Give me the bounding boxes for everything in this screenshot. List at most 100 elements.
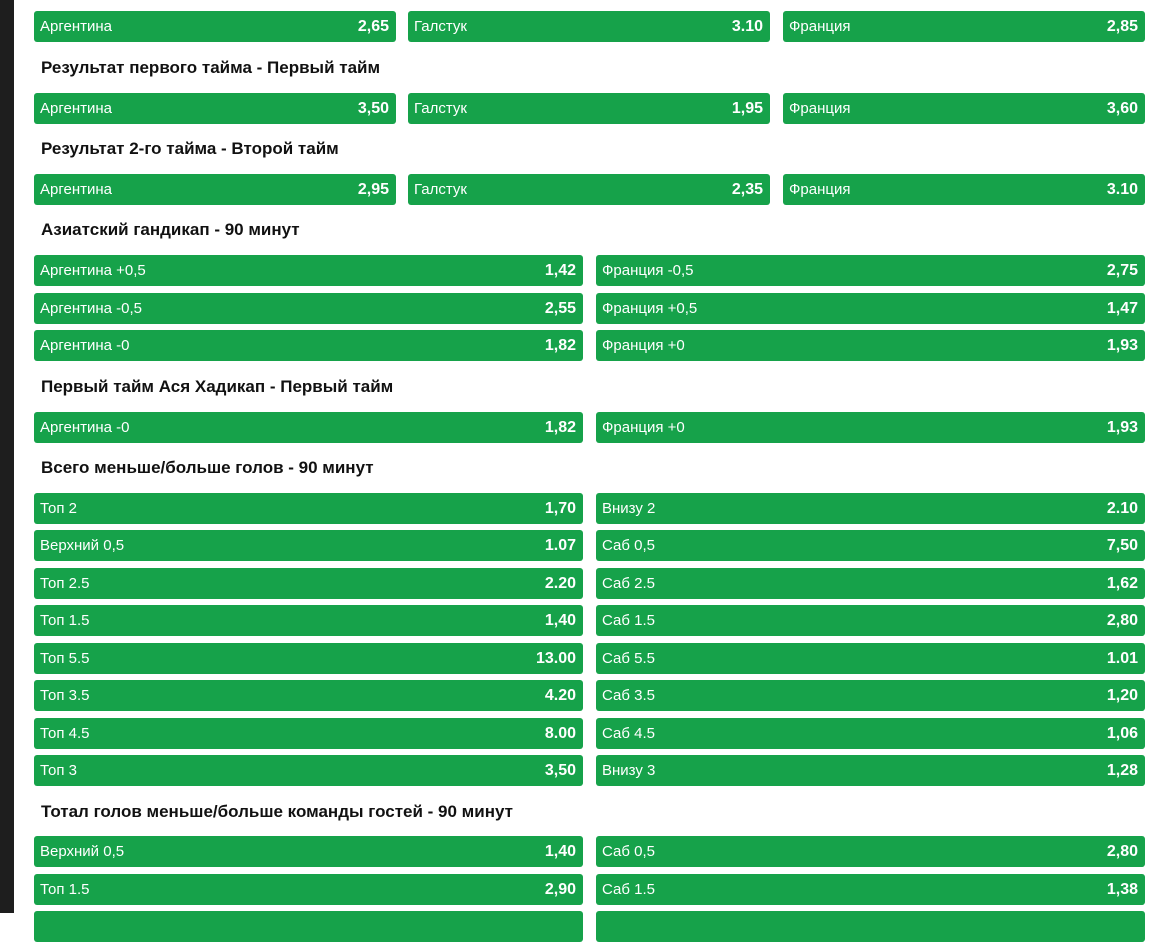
odds-value: 7,50 [1106, 536, 1138, 554]
odds-label: Галстук [414, 18, 467, 35]
odds-row: Топ 1.5 1,40 Саб 1.5 2,80 [34, 605, 1145, 636]
odds-button-draw[interactable]: Галстук 3.10 [408, 11, 770, 42]
odds-button-france-plus-0-5[interactable]: Франция +0,5 1,47 [596, 293, 1145, 324]
odds-value: 1.01 [1106, 649, 1138, 667]
odds-label: Аргентина -0 [40, 337, 130, 354]
odds-label: Внизу 3 [602, 762, 656, 779]
odds-value: 1,40 [544, 611, 576, 629]
odds-value: 3.10 [731, 17, 763, 35]
odds-button-argentina-plus-0-5[interactable]: Аргентина +0,5 1,42 [34, 255, 583, 286]
odds-button-under[interactable]: Саб 1.5 1,38 [596, 874, 1145, 905]
odds-value: 2,80 [1106, 611, 1138, 629]
odds-button-over[interactable]: Топ 5.5 13.00 [34, 643, 583, 674]
odds-value: 2,95 [357, 180, 389, 198]
odds-label: Саб 0,5 [602, 537, 655, 554]
odds-button-draw[interactable]: Галстук 1,95 [408, 93, 770, 124]
market-title: Результат 2-го тайма - Второй тайм [41, 139, 339, 158]
odds-value: 2,90 [544, 880, 576, 898]
odds-button-france-plus-0[interactable]: Франция +0 1,93 [596, 412, 1145, 443]
odds-button-over[interactable]: Топ 1.5 2,90 [34, 874, 583, 905]
odds-value: 1,93 [1106, 418, 1138, 436]
odds-value: 1,28 [1106, 761, 1138, 779]
odds-row: Аргентина -0 1,82 Франция +0 1,93 [34, 330, 1145, 361]
odds-row: Аргентина 2,65 Галстук 3.10 Франция 2,85 [34, 11, 1145, 42]
odds-value: 2,35 [731, 180, 763, 198]
odds-button-argentina-minus-0-5[interactable]: Аргентина -0,5 2,55 [34, 293, 583, 324]
odds-label: Топ 2.5 [40, 575, 90, 592]
odds-row: Аргентина -0,5 2,55 Франция +0,5 1,47 [34, 293, 1145, 324]
odds-value: 4.20 [544, 686, 576, 704]
odds-button-under[interactable]: Внизу 3 1,28 [596, 755, 1145, 786]
odds-row: Топ 2.5 2.20 Саб 2.5 1,62 [34, 568, 1145, 599]
odds-row: Топ 3.5 4.20 Саб 3.5 1,20 [34, 680, 1145, 711]
odds-button-argentina[interactable]: Аргентина 2,95 [34, 174, 396, 205]
odds-row: Топ 4.5 8.00 Саб 4.5 1,06 [34, 718, 1145, 749]
odds-value: 3,50 [544, 761, 576, 779]
odds-row: Топ 3 3,50 Внизу 3 1,28 [34, 755, 1145, 786]
odds-label: Топ 1.5 [40, 881, 90, 898]
market-title: Тотал голов меньше/больше команды гостей… [41, 802, 513, 821]
odds-button-under[interactable] [596, 911, 1145, 942]
odds-label: Топ 4.5 [40, 725, 90, 742]
odds-button-under[interactable]: Саб 0,5 7,50 [596, 530, 1145, 561]
odds-label: Саб 2.5 [602, 575, 655, 592]
odds-value: 2.20 [544, 574, 576, 592]
odds-button-over[interactable]: Топ 3.5 4.20 [34, 680, 583, 711]
odds-value: 2,75 [1106, 261, 1138, 279]
odds-value: 1,38 [1106, 880, 1138, 898]
odds-value: 2.10 [1106, 499, 1138, 517]
market-title: Азиатский гандикап - 90 минут [41, 220, 300, 239]
odds-value: 2,55 [544, 299, 576, 317]
odds-button-under[interactable]: Саб 5.5 1.01 [596, 643, 1145, 674]
odds-label: Галстук [414, 100, 467, 117]
odds-value: 2,80 [1106, 842, 1138, 860]
odds-row: Топ 5.5 13.00 Саб 5.5 1.01 [34, 643, 1145, 674]
odds-button-over[interactable]: Топ 3 3,50 [34, 755, 583, 786]
odds-button-over[interactable]: Топ 4.5 8.00 [34, 718, 583, 749]
market-title: Первый тайм Ася Хадикап - Первый тайм [41, 377, 394, 396]
odds-label: Топ 1.5 [40, 612, 90, 629]
odds-value: 8.00 [544, 724, 576, 742]
odds-button-over[interactable]: Топ 2.5 2.20 [34, 568, 583, 599]
odds-label: Галстук [414, 181, 467, 198]
odds-value: 1,93 [1106, 336, 1138, 354]
odds-button-france[interactable]: Франция 3,60 [783, 93, 1145, 124]
odds-button-over[interactable]: Верхний 0,5 1.07 [34, 530, 583, 561]
odds-button-argentina[interactable]: Аргентина 3,50 [34, 93, 396, 124]
odds-button-under[interactable]: Саб 1.5 2,80 [596, 605, 1145, 636]
odds-button-draw[interactable]: Галстук 2,35 [408, 174, 770, 205]
odds-button-under[interactable]: Внизу 2 2.10 [596, 493, 1145, 524]
odds-value: 3,60 [1106, 99, 1138, 117]
odds-label: Франция [789, 181, 851, 198]
odds-button-argentina[interactable]: Аргентина 2,65 [34, 11, 396, 42]
odds-label: Аргентина [40, 100, 112, 117]
odds-label: Топ 5.5 [40, 650, 90, 667]
odds-button-over[interactable]: Топ 1.5 1,40 [34, 605, 583, 636]
odds-label: Саб 0,5 [602, 843, 655, 860]
odds-label: Саб 5.5 [602, 650, 655, 667]
odds-label: Топ 3 [40, 762, 77, 779]
odds-button-france-plus-0[interactable]: Франция +0 1,93 [596, 330, 1145, 361]
odds-row: Топ 1.5 2,90 Саб 1.5 1,38 [34, 874, 1145, 905]
odds-button-over[interactable]: Верхний 0,5 1,40 [34, 836, 583, 867]
odds-value: 1.07 [544, 536, 576, 554]
odds-button-over[interactable]: Топ 2 1,70 [34, 493, 583, 524]
odds-button-under[interactable]: Саб 0,5 2,80 [596, 836, 1145, 867]
odds-button-france-minus-0-5[interactable]: Франция -0,5 2,75 [596, 255, 1145, 286]
odds-value: 3,50 [357, 99, 389, 117]
odds-button-under[interactable]: Саб 4.5 1,06 [596, 718, 1145, 749]
odds-label: Топ 2 [40, 500, 77, 517]
odds-label: Аргентина -0,5 [40, 300, 143, 317]
odds-button-argentina-minus-0[interactable]: Аргентина -0 1,82 [34, 412, 583, 443]
odds-row: Топ 2 1,70 Внизу 2 2.10 [34, 493, 1145, 524]
odds-row: Верхний 0,5 1.07 Саб 0,5 7,50 [34, 530, 1145, 561]
odds-row: Аргентина +0,5 1,42 Франция -0,5 2,75 [34, 255, 1145, 286]
odds-button-france[interactable]: Франция 3.10 [783, 174, 1145, 205]
odds-button-under[interactable]: Саб 2.5 1,62 [596, 568, 1145, 599]
odds-value: 13.00 [535, 649, 576, 667]
odds-button-over[interactable] [34, 911, 583, 942]
odds-button-france[interactable]: Франция 2,85 [783, 11, 1145, 42]
left-scrollbar-strip [0, 0, 14, 913]
odds-button-under[interactable]: Саб 3.5 1,20 [596, 680, 1145, 711]
odds-button-argentina-minus-0[interactable]: Аргентина -0 1,82 [34, 330, 583, 361]
